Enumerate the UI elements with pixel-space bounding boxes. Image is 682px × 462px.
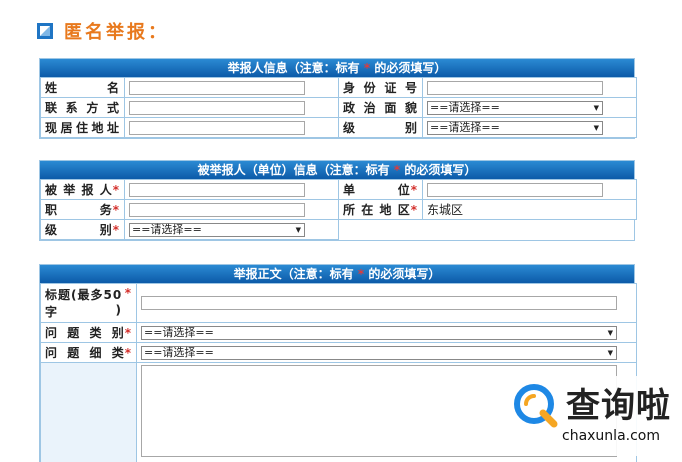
required-star: *: [124, 286, 132, 300]
required-star: *: [124, 325, 132, 340]
reporter-contact-label: 联系方式: [40, 97, 125, 118]
report-body-heading: 举报正文（注意：标有 * 的必须填写）: [40, 265, 634, 283]
chevron-down-icon: ▼: [593, 123, 599, 132]
required-star: *: [410, 202, 418, 217]
required-dot: *: [363, 61, 371, 75]
reporter-info-table: 姓 名 身份证号 联系方式 政治面貌 ==请选择== ▼ 现居住地址 级 别 =…: [40, 77, 637, 138]
watermark-url: chaxunla.com: [562, 428, 660, 444]
watermark: 查询啦 chaxunla.com: [506, 376, 676, 456]
reported-info-heading: 被举报人（单位）信息（注意：标有 * 的必须填写）: [40, 161, 634, 179]
reporter-level-select[interactable]: ==请选择== ▼: [427, 120, 603, 135]
category-label: 问题类别: [45, 326, 125, 340]
table-row: 标题(最多50 * 字 ): [40, 283, 637, 323]
required-dot: *: [357, 267, 365, 281]
reported-position-label: 职 务: [45, 203, 113, 217]
reporter-address-input[interactable]: [129, 120, 305, 135]
subject-label-line1: 标题(最多50: [45, 288, 123, 302]
reporter-political-select[interactable]: ==请选择== ▼: [427, 100, 603, 115]
table-row: 联系方式 政治面貌 ==请选择== ▼: [40, 97, 637, 118]
required-dot: *: [393, 163, 401, 177]
table-row: 现居住地址 级 别 ==请选择== ▼: [40, 117, 637, 138]
reported-position-input[interactable]: [129, 202, 305, 217]
page-icon: [37, 23, 53, 39]
reported-unit-label: 单 位: [343, 183, 411, 197]
page-title: 匿名举报：: [64, 22, 169, 43]
reporter-info-heading: 举报人信息（注意：标有 * 的必须填写）: [40, 59, 634, 77]
chaxunla-logo-icon: [514, 384, 558, 428]
subcategory-select[interactable]: ==请选择== ▼: [141, 345, 617, 360]
reporter-id-input[interactable]: [427, 80, 603, 95]
reported-level-label: 级 别: [45, 223, 113, 237]
chevron-down-icon: ▼: [593, 103, 599, 112]
reported-region-label: 所在地区: [343, 203, 411, 217]
required-star: *: [112, 182, 120, 197]
reporter-name-label: 姓 名: [40, 77, 125, 98]
chevron-down-icon: ▼: [607, 328, 613, 337]
table-row: 问题细类 * ==请选择== ▼: [40, 342, 637, 363]
reporter-contact-input[interactable]: [129, 100, 305, 115]
page-header: 匿名举报：: [36, 18, 169, 44]
reported-region-value: 东城区: [427, 203, 464, 217]
table-row: 级 别 * ==请选择== ▼: [40, 219, 637, 240]
reported-name-input[interactable]: [129, 182, 305, 197]
reported-level-select[interactable]: ==请选择== ▼: [129, 222, 305, 237]
reporter-level-label: 级 别: [338, 117, 423, 138]
reporter-id-label: 身份证号: [338, 77, 423, 98]
required-star: *: [410, 182, 418, 197]
required-star: *: [112, 222, 120, 237]
chevron-down-icon: ▼: [607, 348, 613, 357]
table-row: 姓 名 身份证号: [40, 77, 637, 98]
reported-info-table: 被举报人 * 单 位 * 职 务 * 所在地区 * 东城区 级 别 * ==请选…: [40, 179, 637, 240]
subject-input[interactable]: [141, 296, 617, 310]
table-row: 职 务 * 所在地区 * 东城区: [40, 199, 637, 220]
content-label-cell: [40, 362, 137, 462]
subcategory-label: 问题细类: [45, 346, 125, 360]
reporter-name-input[interactable]: [129, 80, 305, 95]
subject-label-line2: 字: [45, 305, 59, 319]
required-star: *: [124, 345, 132, 360]
chevron-down-icon: ▼: [295, 225, 301, 234]
watermark-brand: 查询啦: [566, 386, 671, 426]
reported-unit-input[interactable]: [427, 182, 603, 197]
reporter-address-label: 现居住地址: [40, 117, 125, 138]
reporter-info-panel: 举报人信息（注意：标有 * 的必须填写） 姓 名 身份证号 联系方式 政治面貌 …: [39, 58, 637, 139]
required-star: *: [112, 202, 120, 217]
table-row: 问题类别 * ==请选择== ▼: [40, 322, 637, 343]
table-row: 被举报人 * 单 位 *: [40, 179, 637, 200]
reported-info-panel: 被举报人（单位）信息（注意：标有 * 的必须填写） 被举报人 * 单 位 * 职 务…: [39, 160, 637, 241]
reporter-political-label: 政治面貌: [338, 97, 423, 118]
reported-name-label: 被举报人: [45, 183, 113, 197]
category-select[interactable]: ==请选择== ▼: [141, 325, 617, 340]
